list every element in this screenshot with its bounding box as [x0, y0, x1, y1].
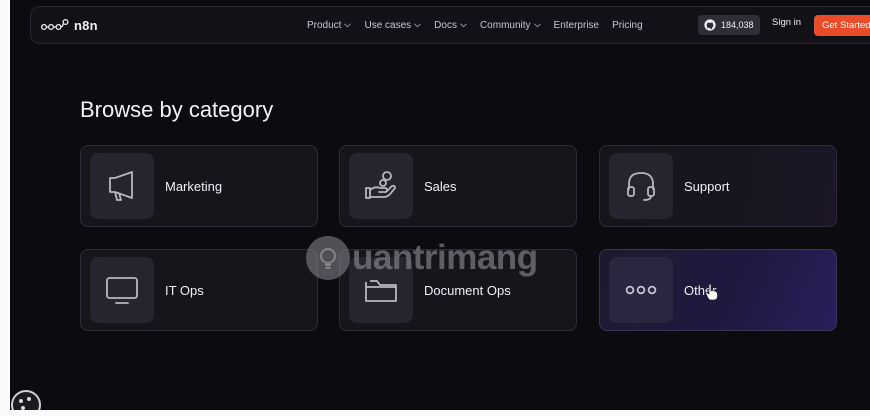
- monitor-icon: [106, 277, 138, 304]
- category-icon-box: [90, 257, 154, 323]
- category-icon-box: [90, 153, 154, 219]
- folder-icon: [365, 280, 397, 302]
- nav-item-label: Enterprise: [553, 19, 600, 31]
- category-card-support[interactable]: Support: [599, 145, 837, 227]
- category-label: Marketing: [165, 178, 223, 194]
- top-navbar: n8n Product Use cases Docs Community Ent…: [30, 6, 870, 44]
- window-frame-bottom: [0, 410, 870, 416]
- logo-text: n8n: [74, 17, 98, 33]
- get-started-button[interactable]: Get Started: [814, 15, 870, 36]
- category-label: Document Ops: [424, 282, 511, 298]
- category-card-it-ops[interactable]: IT Ops: [80, 249, 318, 331]
- window-frame-left: [0, 0, 10, 416]
- nav-item-pricing[interactable]: Pricing: [612, 20, 643, 31]
- category-icon-box: [349, 257, 413, 323]
- chevron-down-icon: [414, 22, 421, 27]
- category-card-sales[interactable]: Sales: [339, 145, 577, 227]
- nav-item-label: Community: [479, 19, 531, 31]
- dots-icon: [625, 285, 657, 295]
- category-card-marketing[interactable]: Marketing: [80, 145, 318, 227]
- nav-item-product[interactable]: Product: [307, 19, 352, 31]
- n8n-logo-icon: [40, 18, 69, 31]
- nav-item-docs[interactable]: Docs: [434, 20, 467, 31]
- chevron-down-icon: [460, 22, 467, 27]
- github-icon: [704, 19, 716, 31]
- nav-menu: Product Use cases Docs Community Enterpr…: [307, 7, 643, 43]
- chevron-down-icon: [344, 22, 352, 27]
- category-card-document-ops[interactable]: Document Ops: [339, 249, 577, 331]
- nav-item-community[interactable]: Community: [480, 20, 541, 31]
- category-icon-box: [609, 257, 673, 323]
- category-label: Sales: [424, 178, 457, 194]
- megaphone-icon: [109, 171, 133, 201]
- nav-item-label: Use cases: [364, 19, 412, 31]
- page-heading: Browse by category: [80, 97, 274, 122]
- github-stars-button[interactable]: 184,038: [698, 15, 760, 35]
- category-label: Support: [684, 178, 730, 194]
- sign-in-link[interactable]: Sign in: [772, 17, 801, 28]
- chevron-down-icon: [533, 22, 541, 27]
- nav-item-enterprise[interactable]: Enterprise: [554, 20, 600, 31]
- nav-item-label: Docs: [434, 19, 457, 31]
- n8n-logo[interactable]: n8n: [40, 18, 98, 33]
- hand-cursor-icon: [705, 283, 718, 301]
- nav-item-label: Product: [307, 19, 342, 31]
- get-started-label: Get Started: [822, 20, 870, 31]
- category-icon-box: [349, 153, 413, 219]
- headset-icon: [627, 172, 655, 201]
- nav-item-label: Pricing: [612, 19, 643, 31]
- nav-item-use-cases[interactable]: Use cases: [364, 20, 421, 31]
- github-stars-count: 184,038: [721, 20, 754, 30]
- category-icon-box: [609, 153, 673, 219]
- category-label: IT Ops: [165, 282, 204, 298]
- hand-coins-icon: [365, 171, 396, 199]
